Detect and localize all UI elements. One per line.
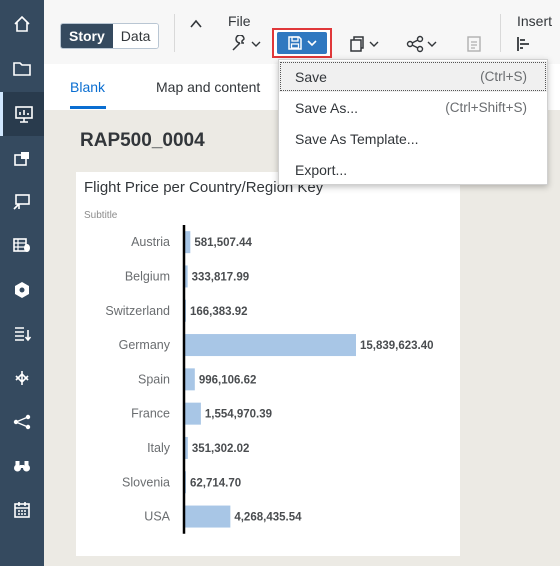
- menu-item-label: Save As...: [295, 99, 359, 116]
- bar[interactable]: [184, 368, 195, 391]
- toolbar-divider: [174, 14, 175, 52]
- data-label: 996,106.62: [199, 374, 257, 386]
- datasets-icon[interactable]: [0, 223, 44, 267]
- toolbar-divider: [500, 14, 501, 52]
- wrench-icon: [232, 35, 245, 51]
- connections-icon[interactable]: [0, 400, 44, 444]
- menu-item-save[interactable]: Save (Ctrl+S): [279, 61, 547, 92]
- document-icon: [467, 36, 481, 52]
- binoculars-icon[interactable]: [0, 444, 44, 488]
- bar-chart: Austria 581,507.44 Belgium 333,817.99 Switze…: [105, 225, 434, 534]
- data-toggle-button[interactable]: Data: [112, 24, 159, 48]
- tools-menu-button[interactable]: [230, 32, 261, 56]
- stories-icon[interactable]: [0, 92, 44, 136]
- menu-item-export[interactable]: Export...: [279, 154, 547, 185]
- tab-blank[interactable]: Blank: [70, 79, 105, 95]
- category-label: Austria: [131, 235, 170, 249]
- bar[interactable]: [184, 402, 201, 425]
- data-actions-icon[interactable]: [0, 312, 44, 356]
- category-label: Belgium: [125, 269, 170, 283]
- modeler-icon[interactable]: [0, 268, 44, 312]
- active-tab-indicator: [70, 106, 106, 109]
- insert-section-label: Insert: [517, 13, 553, 29]
- data-label: 333,817.99: [192, 271, 250, 283]
- story-data-toggle: Story Data: [60, 23, 160, 49]
- bar[interactable]: [184, 505, 231, 528]
- shell-sidebar: [0, 0, 44, 566]
- digital-boardroom-icon[interactable]: [0, 180, 44, 224]
- menu-item-label: Save As Template...: [295, 130, 419, 147]
- data-label: 4,268,435.54: [234, 512, 302, 524]
- data-integration-icon[interactable]: [0, 356, 44, 400]
- story-toggle-button[interactable]: Story: [61, 24, 113, 48]
- menu-item-label: Save: [295, 68, 327, 85]
- save-dropdown-menu: Save (Ctrl+S) Save As... (Ctrl+Shift+S) …: [278, 59, 548, 185]
- category-label: Germany: [119, 338, 171, 352]
- folder-icon[interactable]: [0, 47, 44, 91]
- chevron-down-icon: [307, 40, 317, 47]
- save-icon: [288, 36, 302, 50]
- share-menu-button[interactable]: [406, 32, 437, 56]
- data-label: 15,839,623.40: [360, 340, 434, 352]
- copy-menu-button[interactable]: [348, 32, 379, 56]
- category-label: France: [131, 407, 170, 421]
- file-section-label: File: [228, 13, 251, 29]
- data-label: 351,302.02: [192, 443, 250, 455]
- data-label: 62,714.70: [190, 477, 241, 489]
- menu-item-shortcut: (Ctrl+S): [480, 69, 527, 84]
- collapse-toolbar-button[interactable]: [190, 12, 202, 36]
- tab-map-and-content[interactable]: Map and content: [156, 79, 260, 95]
- category-label: Switzerland: [105, 304, 170, 318]
- menu-item-save-as[interactable]: Save As... (Ctrl+Shift+S): [279, 92, 547, 123]
- chevron-down-icon: [369, 41, 379, 47]
- calendar-icon[interactable]: [0, 488, 44, 532]
- chevron-up-icon: [190, 19, 202, 28]
- save-menu-button[interactable]: [272, 28, 332, 58]
- menu-item-shortcut: (Ctrl+Shift+S): [445, 100, 527, 115]
- category-label: Slovenia: [122, 475, 170, 489]
- category-label: Italy: [147, 441, 171, 455]
- chevron-down-icon: [251, 41, 261, 47]
- category-label: Spain: [138, 372, 170, 386]
- story-title: RAP500_0004: [80, 130, 205, 151]
- analytic-application-icon[interactable]: [0, 137, 44, 181]
- data-label: 166,383.92: [190, 306, 248, 318]
- data-label: 1,554,970.39: [205, 409, 272, 421]
- copy-icon: [350, 36, 364, 52]
- document-button[interactable]: [466, 32, 482, 56]
- chart-widget[interactable]: Flight Price per Country/Region Key Subt…: [76, 172, 460, 556]
- bar[interactable]: [184, 334, 356, 357]
- data-label: 581,507.44: [194, 237, 252, 249]
- chevron-down-icon: [427, 41, 437, 47]
- share-icon: [406, 35, 424, 53]
- home-icon[interactable]: [0, 2, 44, 46]
- menu-item-save-as-template[interactable]: Save As Template...: [279, 123, 547, 154]
- menu-item-label: Export...: [295, 161, 348, 178]
- category-label: USA: [144, 510, 170, 524]
- insert-chart-button[interactable]: [516, 32, 534, 56]
- bar-chart-icon: [517, 37, 529, 51]
- toolbar: Story Data File Insert: [44, 0, 560, 65]
